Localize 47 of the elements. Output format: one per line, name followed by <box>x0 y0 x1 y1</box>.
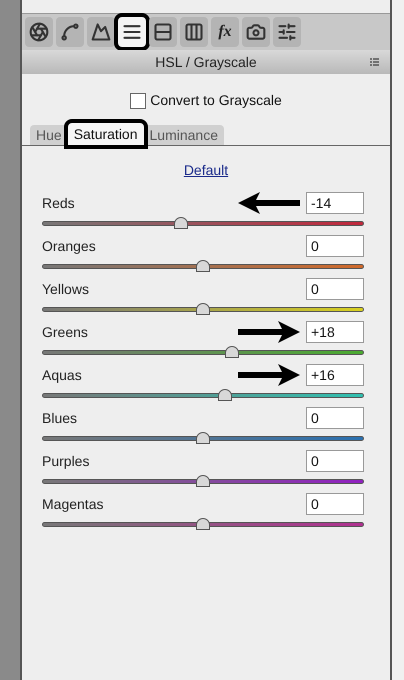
slider-label: Blues <box>42 408 78 428</box>
tool-button[interactable] <box>87 17 115 47</box>
slider-label: Magentas <box>42 494 104 514</box>
slider-thumb[interactable] <box>224 346 239 358</box>
slider-label: Yellows <box>42 280 90 298</box>
tool-button[interactable] <box>180 17 208 47</box>
tool-button[interactable] <box>242 17 270 47</box>
slider-thumb[interactable] <box>218 389 232 401</box>
tool-button[interactable] <box>25 17 53 47</box>
value-field[interactable]: 0 <box>306 235 364 257</box>
checkbox-label: Convert to Grayscale <box>150 91 282 110</box>
tab[interactable]: Saturation <box>68 123 144 145</box>
value-field[interactable]: 0 <box>306 278 364 300</box>
tool-button[interactable] <box>56 17 84 47</box>
slider-label: Reds <box>42 194 76 212</box>
slider-thumb[interactable] <box>196 303 210 315</box>
curve-icon <box>60 22 80 42</box>
menu-icon <box>370 58 382 66</box>
split-bars-icon <box>153 22 173 42</box>
slider-thumb[interactable] <box>196 260 210 272</box>
value-field[interactable]: 0 <box>306 450 364 472</box>
columns-icon <box>184 22 204 42</box>
slider-label: Purples <box>42 452 90 471</box>
panel-title: HSL / Grayscale <box>155 52 257 72</box>
tool-button[interactable] <box>149 17 177 47</box>
slider-thumb[interactable] <box>196 518 210 530</box>
value-field[interactable]: +18 <box>306 321 364 343</box>
slider-label: Oranges <box>42 236 97 256</box>
tool-button[interactable]: fx <box>211 17 239 47</box>
default-link[interactable]: Default <box>184 160 228 181</box>
aperture-icon <box>29 22 49 42</box>
mountain-icon <box>91 22 111 42</box>
tool-button[interactable] <box>118 17 146 47</box>
tool-button[interactable] <box>273 17 301 47</box>
slider-thumb[interactable] <box>196 475 210 487</box>
value-field[interactable]: +16 <box>306 364 364 386</box>
camera-icon <box>246 22 266 42</box>
slider-thumb[interactable] <box>174 217 188 229</box>
slider-label: Aquas <box>42 366 83 385</box>
slider-label: Greens <box>42 322 89 342</box>
value-field[interactable]: 0 <box>306 407 364 429</box>
sliders-icon <box>277 22 297 42</box>
slider-thumb[interactable] <box>196 432 210 444</box>
value-field[interactable]: 0 <box>306 493 364 515</box>
grayscale-checkbox[interactable] <box>130 92 146 108</box>
value-field[interactable]: -14 <box>306 192 364 214</box>
lines-icon <box>122 22 142 42</box>
